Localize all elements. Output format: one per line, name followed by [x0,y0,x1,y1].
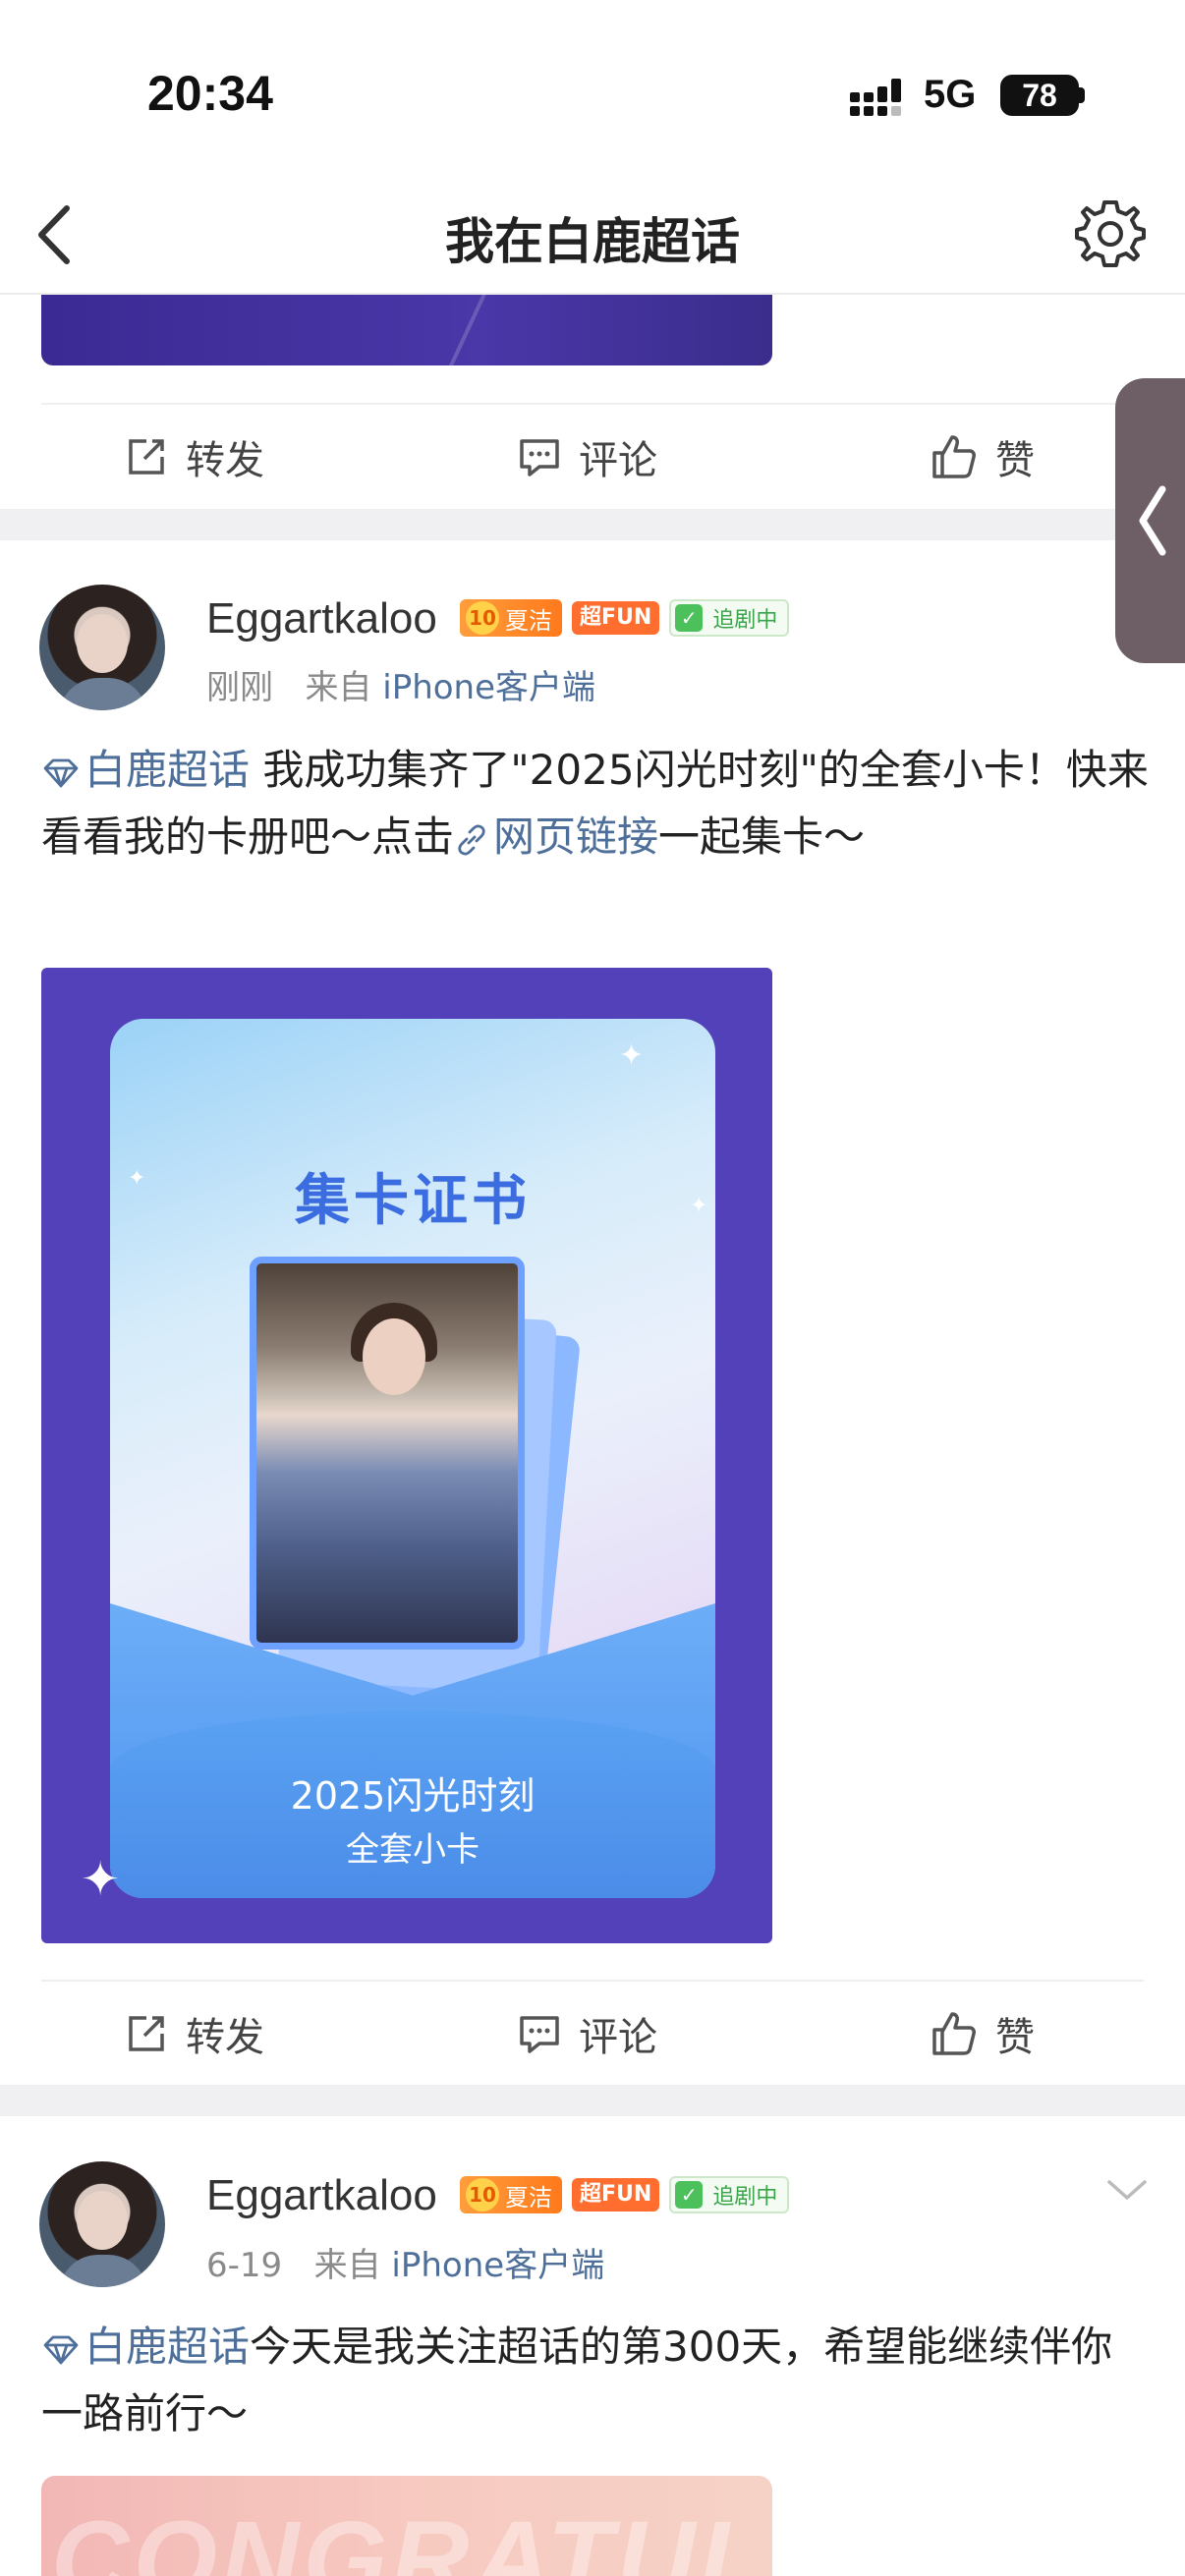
link-icon [458,824,485,855]
topic-link[interactable]: 白鹿超话 [41,2323,250,2371]
nav-bar: 我在白鹿超话 [0,177,1185,295]
post-time: 6-19 [206,2246,283,2285]
post-separator [0,2085,1185,2116]
check-icon: ✓ [675,2181,704,2209]
post-meta: 刚刚 来自 iPhone客户端 [206,660,595,708]
comment-icon [520,2015,559,2053]
like-button[interactable]: 赞 [931,1982,1035,2085]
post-time: 刚刚 [206,668,273,707]
post-actions-prev: 转发 评论 赞 [41,403,1144,506]
post-actions: 转发 评论 赞 [41,1980,1144,2083]
comment-label: 评论 [579,437,657,483]
comment-button[interactable]: 评论 [518,1982,657,2085]
post-separator [0,509,1185,540]
post-meta: 6-19 来自 iPhone客户端 [206,2238,604,2286]
congratulate-image[interactable]: CONGRATULATE [41,2476,772,2576]
certificate-subtitle-2: 全套小卡 [346,1830,480,1870]
repost-label: 转发 [186,2014,264,2060]
previous-post-image[interactable] [41,295,772,365]
check-icon: ✓ [675,604,704,632]
page-title: 我在白鹿超话 [445,213,740,270]
username[interactable]: Eggartkaloo [206,594,437,644]
fun-badge[interactable]: 超FUN [572,601,660,635]
battery-tip [1079,87,1085,103]
like-label: 赞 [995,2014,1035,2060]
status-time: 20:34 [147,66,273,121]
fun-badge[interactable]: 超FUN [572,2178,660,2212]
like-button[interactable]: 赞 [931,405,1035,508]
status-bar: 20:34 5G 78 [0,0,1185,177]
source-prefix: 来自 [313,2246,381,2285]
web-link[interactable]: 网页链接 [454,812,658,861]
certificate: ✦ ✦ ✦ 集卡证书 2025闪光时刻 全套小卡 [110,1019,715,1898]
thumbs-up-icon [932,2011,976,2055]
comment-label: 评论 [579,2014,657,2060]
comment-icon [520,438,559,476]
post-source[interactable]: iPhone客户端 [382,668,595,707]
signal-icon [850,79,901,116]
source-prefix: 来自 [305,668,372,707]
chevron-left-icon [1139,485,1166,556]
follow-badge[interactable]: ✓ 追剧中 [669,2176,790,2213]
like-label: 赞 [995,437,1035,483]
repost-icon [129,438,164,475]
repost-icon [129,2015,164,2051]
topic-link[interactable]: 白鹿超话 [41,746,250,794]
diamond-icon [43,2335,79,2364]
gear-icon[interactable] [1071,195,1150,273]
congratulate-image-text: CONGRATULATE [51,2499,772,2576]
card-certificate-image[interactable]: ✦ ✦ ✦ 集卡证书 2025闪光时刻 全套小卡 ✦ [41,968,772,1943]
side-collapse-tab[interactable] [1115,378,1185,663]
chevron-down-icon[interactable] [1105,2176,1149,2206]
thumbs-up-icon [932,434,976,478]
level-badge[interactable]: 10 夏洁 [460,599,562,637]
certificate-title: 集卡证书 [295,1169,531,1233]
repost-button[interactable]: 转发 [125,1982,264,2085]
username[interactable]: Eggartkaloo [206,2171,437,2220]
battery-icon: 78 [1000,75,1079,116]
post-text: 白鹿超话今天是我关注超话的第300天，希望能继续伴你一路前行～ [41,2314,1152,2447]
level-badge[interactable]: 10 夏洁 [460,2176,562,2213]
post-text: 白鹿超话 我成功集齐了"2025闪光时刻"的全套小卡！快来看看我的卡册吧～点击网… [41,737,1152,870]
user-badges: 10 夏洁 超FUN ✓ 追剧中 [460,2176,790,2213]
repost-label: 转发 [186,437,264,483]
network-type: 5G [924,73,977,116]
comment-button[interactable]: 评论 [518,405,657,508]
avatar[interactable] [39,585,165,710]
diamond-icon [43,758,79,787]
certificate-subtitle: 2025闪光时刻 [290,1774,536,1818]
repost-button[interactable]: 转发 [125,405,264,508]
post-source[interactable]: iPhone客户端 [391,2246,604,2285]
post-body-2: 一起集卡～ [658,812,866,861]
user-badges: 10 夏洁 超FUN ✓ 追剧中 [460,599,790,637]
follow-badge[interactable]: ✓ 追剧中 [669,599,790,637]
avatar[interactable] [39,2161,165,2287]
sparkle-icon: ✦ [81,1852,121,1907]
sparkle-icon: ✦ [619,1038,645,1073]
card-photo [250,1257,525,1650]
